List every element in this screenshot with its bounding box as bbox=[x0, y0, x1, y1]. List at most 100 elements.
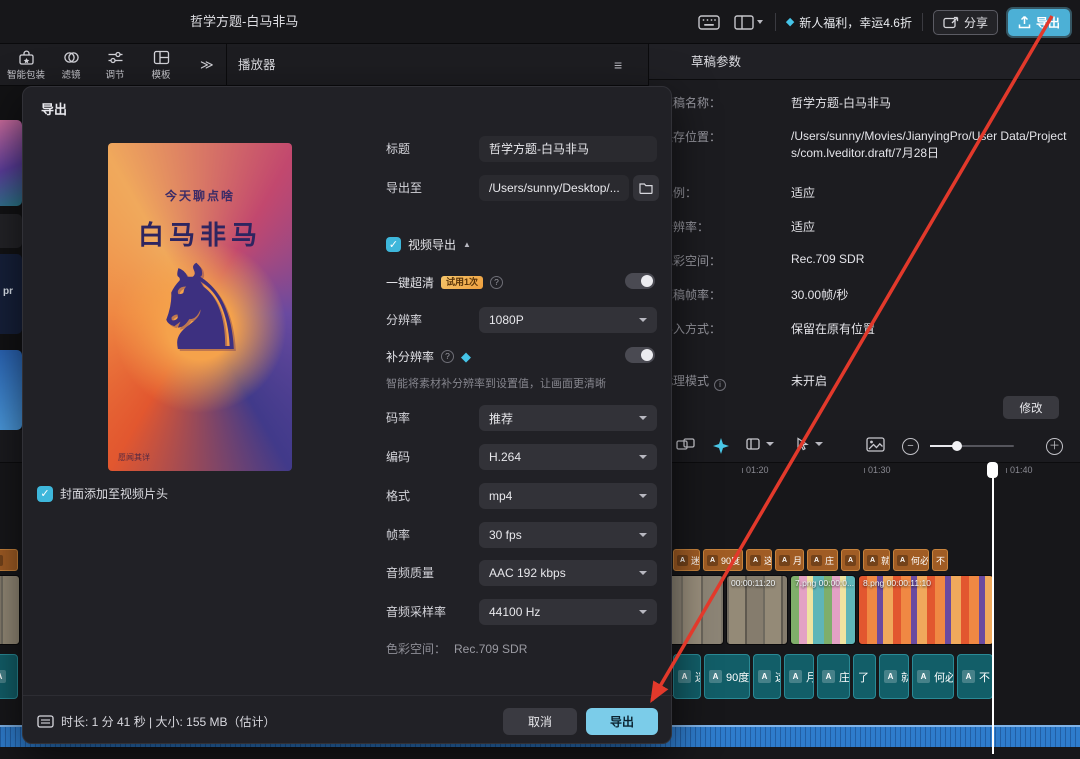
checkbox-checked-icon[interactable]: ✓ bbox=[386, 237, 401, 252]
cover-preview-button[interactable] bbox=[866, 437, 885, 452]
browse-folder-button[interactable] bbox=[633, 175, 659, 201]
tool-filter[interactable]: 滤镜 bbox=[52, 48, 90, 82]
track-merge-button[interactable] bbox=[676, 437, 695, 452]
tool-adjust[interactable]: 调节 bbox=[96, 48, 134, 82]
text-clip-label: 不 bbox=[936, 554, 945, 567]
format-row: 格式 mp4 bbox=[23, 483, 673, 509]
share-label: 分享 bbox=[964, 14, 988, 31]
tool-label: 模板 bbox=[151, 67, 170, 81]
bitrate-select[interactable]: 推荐 bbox=[479, 405, 657, 431]
media-thumbnail[interactable] bbox=[0, 120, 22, 206]
modify-button[interactable]: 修改 bbox=[1003, 396, 1059, 419]
subtitle-clip[interactable]: A这 bbox=[753, 654, 781, 699]
dialog-export-button[interactable]: 导出 bbox=[586, 708, 658, 735]
subtitle-clip[interactable]: 了 bbox=[853, 654, 876, 699]
subtitle-clip[interactable]: A bbox=[0, 654, 18, 699]
text-clip[interactable]: A何必 bbox=[893, 549, 929, 571]
resolution-select[interactable]: 1080P bbox=[479, 307, 657, 333]
layout-switcher-button[interactable] bbox=[732, 11, 765, 34]
text-clip[interactable]: A庄 bbox=[807, 549, 838, 571]
subtitle-clip[interactable]: A不 bbox=[957, 654, 993, 699]
text-icon: A bbox=[707, 555, 718, 566]
chevron-down-icon bbox=[639, 610, 647, 614]
zoom-in-button[interactable]: ＋ bbox=[1046, 438, 1063, 455]
expand-tools-icon[interactable]: ≫ bbox=[200, 44, 214, 86]
text-clip[interactable]: A90度 bbox=[703, 549, 743, 571]
text-clip[interactable]: A月 bbox=[775, 549, 804, 571]
app-window: 哲学方题-白马非马 ◆ 新人福利，幸运4.6折 bbox=[0, 0, 1080, 759]
codec-row: 编码 H.264 bbox=[23, 444, 673, 470]
framerate-select[interactable]: 30 fps bbox=[479, 522, 657, 548]
tool-label: 调节 bbox=[105, 67, 124, 81]
subtitle-icon: A bbox=[0, 670, 6, 683]
text-clip-label: 何必 bbox=[911, 554, 929, 567]
subtitle-icon: A bbox=[709, 670, 722, 683]
help-icon[interactable]: ? bbox=[441, 350, 454, 363]
text-clip[interactable]: A就 bbox=[863, 549, 890, 571]
media-clip[interactable]: 00:00:11:20 bbox=[726, 575, 788, 645]
media-clip[interactable]: 7.png 00:00:0... bbox=[790, 575, 856, 645]
subtitle-icon: A bbox=[884, 670, 897, 683]
subtitle-label: 迷 bbox=[695, 669, 701, 685]
text-clip[interactable]: 不 bbox=[932, 549, 948, 571]
sample-rate-select[interactable]: 44100 Hz bbox=[479, 599, 657, 625]
title-input[interactable]: 哲学方题-白马非马 bbox=[479, 136, 657, 162]
draft-field-ratio: 比例： 适应 bbox=[649, 184, 1080, 202]
tool-smart-package[interactable]: 智能包装 bbox=[2, 48, 50, 82]
destination-input[interactable]: /Users/sunny/Desktop/... bbox=[479, 175, 629, 201]
audio-quality-select[interactable]: AAC 192 kbps bbox=[479, 560, 657, 586]
cursor-icon bbox=[796, 437, 812, 451]
playhead-line[interactable] bbox=[992, 464, 994, 754]
draft-panel-title: 草稿参数 bbox=[691, 44, 741, 80]
subtitle-icon: A bbox=[917, 670, 930, 683]
text-clip[interactable]: A迷 bbox=[673, 549, 700, 571]
subtitle-clip[interactable]: A庄 bbox=[817, 654, 850, 699]
media-thumbnail[interactable] bbox=[0, 214, 22, 248]
text-icon: A bbox=[845, 555, 856, 566]
text-clip[interactable]: A bbox=[0, 549, 18, 571]
subtitle-clip[interactable]: A迷 bbox=[673, 654, 701, 699]
video-export-section[interactable]: ✓ 视频导出 ▲ bbox=[386, 233, 471, 255]
keyboard-shortcuts-button[interactable] bbox=[696, 11, 722, 34]
export-button-top[interactable]: 导出 bbox=[1008, 9, 1070, 36]
super-clear-toggle[interactable] bbox=[625, 273, 655, 289]
chevron-down-icon bbox=[815, 442, 823, 446]
package-icon bbox=[18, 50, 35, 65]
tick-icon bbox=[1006, 468, 1007, 473]
text-clip[interactable]: A了 bbox=[841, 549, 860, 571]
zoom-slider-knob[interactable] bbox=[952, 441, 962, 451]
zoom-out-button[interactable]: − bbox=[902, 438, 919, 455]
colorspace-label: 色彩空间： bbox=[386, 642, 446, 656]
patch-resolution-toggle[interactable] bbox=[625, 347, 655, 363]
media-thumbnail[interactable]: pr bbox=[0, 254, 22, 334]
titlebar: 哲学方题-白马非马 ◆ 新人福利，幸运4.6折 bbox=[0, 0, 1080, 44]
clip-mode-dropdown[interactable] bbox=[746, 437, 774, 451]
player-menu-icon[interactable]: ≡ bbox=[614, 44, 622, 86]
cancel-button[interactable]: 取消 bbox=[503, 708, 577, 735]
format-select[interactable]: mp4 bbox=[479, 483, 657, 509]
timeline-zoom-slider[interactable] bbox=[930, 445, 1014, 447]
subtitle-clip[interactable]: A就 bbox=[879, 654, 909, 699]
smart-tool-button[interactable] bbox=[712, 437, 730, 455]
thumbnail-label: pr bbox=[3, 286, 13, 297]
field-value: 未开启 bbox=[791, 372, 827, 389]
ruler-mark: 01:40 bbox=[1006, 465, 1033, 475]
subtitle-clip[interactable]: A月 bbox=[784, 654, 814, 699]
info-icon[interactable]: i bbox=[714, 379, 726, 391]
promo-banner[interactable]: ◆ 新人福利，幸运4.6折 bbox=[786, 14, 912, 31]
help-icon[interactable]: ? bbox=[490, 276, 503, 289]
ruler-mark: 01:20 bbox=[742, 465, 769, 475]
subtitle-clip[interactable]: A90度 bbox=[704, 654, 750, 699]
subtitle-clip[interactable]: A何必 bbox=[912, 654, 954, 699]
playhead-handle[interactable] bbox=[987, 462, 998, 478]
media-clip[interactable] bbox=[0, 575, 20, 645]
text-clip[interactable]: A这 bbox=[746, 549, 772, 571]
titlebar-actions: ◆ 新人福利，幸运4.6折 分享 导出 bbox=[696, 0, 1070, 44]
select-mode-dropdown[interactable] bbox=[796, 437, 823, 451]
media-thumbnail[interactable] bbox=[0, 350, 22, 430]
codec-select[interactable]: H.264 bbox=[479, 444, 657, 470]
tool-template[interactable]: 模板 bbox=[142, 48, 180, 82]
media-clip[interactable]: 8.png 00:00:11:10 bbox=[858, 575, 994, 645]
collapse-icon[interactable]: ▲ bbox=[463, 240, 471, 249]
share-button[interactable]: 分享 bbox=[933, 10, 998, 35]
